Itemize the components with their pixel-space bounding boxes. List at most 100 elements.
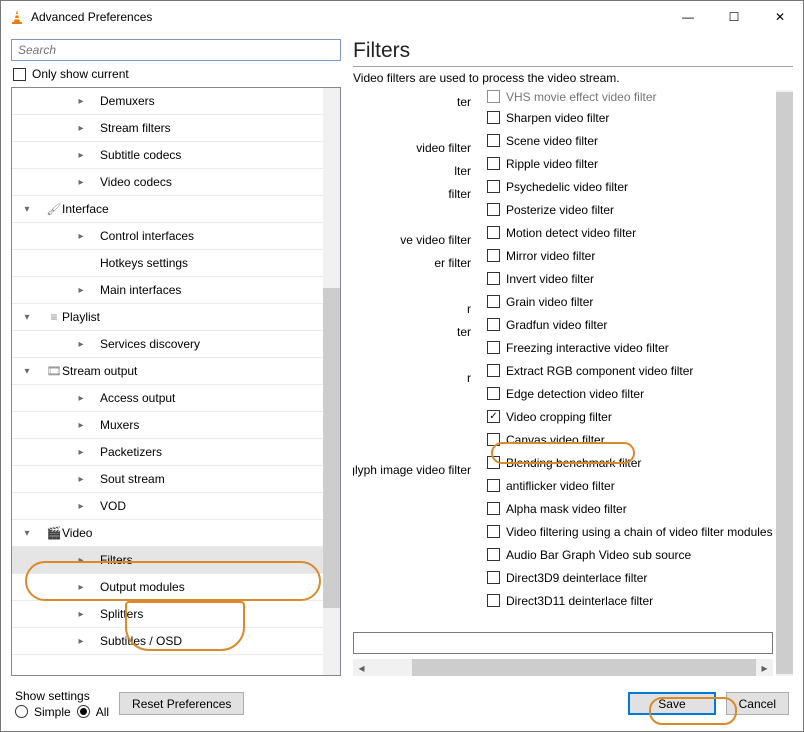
maximize-button[interactable]: ☐ [711,1,757,33]
filter-row-psychedelic-video-filter: Psychedelic video filter [487,175,773,198]
filter-checkbox[interactable] [487,456,500,469]
chevron-right-icon[interactable]: ▸ [76,150,86,161]
filters-vscroll-thumb[interactable] [776,92,793,674]
radio-simple[interactable] [15,705,28,718]
cancel-button[interactable]: Cancel [726,692,789,715]
filter-checkbox[interactable] [487,180,500,193]
filter-checkbox[interactable] [487,571,500,584]
radio-all[interactable] [77,705,90,718]
tree-item-output-modules[interactable]: ▸ Output modules [12,574,323,601]
reset-preferences-button[interactable]: Reset Preferences [119,692,244,715]
truncated-label [353,389,471,412]
chevron-right-icon[interactable]: ▸ [76,123,86,134]
chevron-right-icon[interactable]: ▸ [76,393,86,404]
tree-item-stream-filters[interactable]: ▸Stream filters [12,115,323,142]
filter-checkbox[interactable] [487,249,500,262]
filter-checkbox[interactable] [487,203,500,216]
chevron-right-icon[interactable]: ▸ [76,339,86,350]
hscroll-right-arrow[interactable]: ▸ [756,661,773,675]
chevron-right-icon[interactable]: ▸ [76,609,86,620]
filters-vscrollbar[interactable] [776,90,793,676]
filter-checkbox[interactable] [487,226,500,239]
tree-item-splitters[interactable]: ▸Splitters [12,601,323,628]
close-button[interactable]: ✕ [757,1,803,33]
tree-item-sout-stream[interactable]: ▸Sout stream [12,466,323,493]
only-show-checkbox[interactable] [13,68,26,81]
filters-hscrollbar[interactable]: ◂ ▸ [353,659,773,676]
chevron-right-icon[interactable]: ▸ [76,474,86,485]
hscroll-left-arrow[interactable]: ◂ [353,661,370,675]
truncated-left-labels: tervideo filterlterfilterve video filter… [353,90,471,481]
filter-text-input[interactable] [353,632,773,654]
filter-checkbox[interactable] [487,134,500,147]
tree-vscrollbar[interactable] [323,88,340,675]
filter-checkbox[interactable] [487,295,500,308]
tree-item-interface[interactable]: ▾🖌Interface [12,196,323,223]
truncated-label: r [353,297,471,320]
tree-item-subtitles-osd[interactable]: ▸Subtitles / OSD [12,628,323,655]
filter-checkbox[interactable] [487,90,500,103]
tree-item-stream-output[interactable]: ▾🎞Stream output [12,358,323,385]
tree-item-vod[interactable]: ▸VOD [12,493,323,520]
tree-vscroll-thumb[interactable] [323,288,340,608]
filter-checkbox[interactable] [487,525,500,538]
preferences-tree[interactable]: ▸Demuxers▸Stream filters▸Subtitle codecs… [12,88,323,675]
chevron-right-icon[interactable]: ▸ [76,96,86,107]
chevron-right-icon[interactable]: ▸ [76,420,86,431]
chevron-right-icon[interactable]: ▸ [76,555,86,566]
tree-item-demuxers[interactable]: ▸Demuxers [12,88,323,115]
filter-checkbox[interactable] [487,272,500,285]
filter-checkbox[interactable] [487,548,500,561]
chevron-down-icon[interactable]: ▾ [22,528,32,539]
filter-label: Posterize video filter [506,203,614,217]
chevron-right-icon[interactable]: ▸ [76,285,86,296]
chevron-right-icon[interactable]: ▸ [76,177,86,188]
chevron-right-icon[interactable]: ▸ [76,582,86,593]
chevron-right-icon[interactable]: ▸ [76,447,86,458]
chevron-right-icon[interactable]: ▸ [76,231,86,242]
chevron-down-icon[interactable]: ▾ [22,204,32,215]
tree-label: Output modules [100,580,185,594]
filter-checkbox[interactable] [487,318,500,331]
filter-checkbox[interactable] [487,157,500,170]
tree-item-main-interfaces[interactable]: ▸Main interfaces [12,277,323,304]
truncated-label [353,205,471,228]
filter-checkbox[interactable] [487,111,500,124]
filter-row-blending-benchmark-filter: Blending benchmark filter [487,451,773,474]
chevron-right-icon[interactable]: ▸ [76,636,86,647]
tree-item-playlist[interactable]: ▾≡Playlist [12,304,323,331]
filter-checkbox[interactable] [487,502,500,515]
filter-checkbox[interactable] [487,364,500,377]
filter-checkbox[interactable] [487,387,500,400]
chevron-down-icon[interactable]: ▾ [22,312,32,323]
filter-label: Alpha mask video filter [506,502,627,516]
tree-item-packetizers[interactable]: ▸Packetizers [12,439,323,466]
tree-item-access-output[interactable]: ▸Access output [12,385,323,412]
filter-row-ripple-video-filter: Ripple video filter [487,152,773,175]
tree-item-hotkeys-settings[interactable]: Hotkeys settings [12,250,323,277]
search-input[interactable] [11,39,341,61]
filter-checkbox[interactable]: ✓ [487,410,500,423]
tree-item-muxers[interactable]: ▸Muxers [12,412,323,439]
filter-label: Canvas video filter [506,433,605,447]
hscroll-thumb[interactable] [412,659,756,676]
film-icon: 🎞 [46,364,62,378]
tree-item-services-discovery[interactable]: ▸Services discovery [12,331,323,358]
filter-row-motion-detect-video-filter: Motion detect video filter [487,221,773,244]
save-button[interactable]: Save [628,692,715,715]
tree-item-filters[interactable]: ▸Filters [12,547,323,574]
minimize-button[interactable]: — [665,1,711,33]
filter-row-direct3d9-deinterlace-filter: Direct3D9 deinterlace filter [487,566,773,589]
filter-checkbox[interactable] [487,594,500,607]
filter-row-direct3d11-deinterlace-filter: Direct3D11 deinterlace filter [487,589,773,612]
tree-item-subtitle-codecs[interactable]: ▸Subtitle codecs [12,142,323,169]
chevron-down-icon[interactable]: ▾ [22,366,32,377]
only-show-row: Only show current [11,61,341,87]
tree-item-video[interactable]: ▾🎬Video [12,520,323,547]
chevron-right-icon[interactable]: ▸ [76,501,86,512]
tree-item-video-codecs[interactable]: ▸Video codecs [12,169,323,196]
filter-checkbox[interactable] [487,479,500,492]
tree-item-control-interfaces[interactable]: ▸Control interfaces [12,223,323,250]
filter-checkbox[interactable] [487,341,500,354]
filter-checkbox[interactable] [487,433,500,446]
